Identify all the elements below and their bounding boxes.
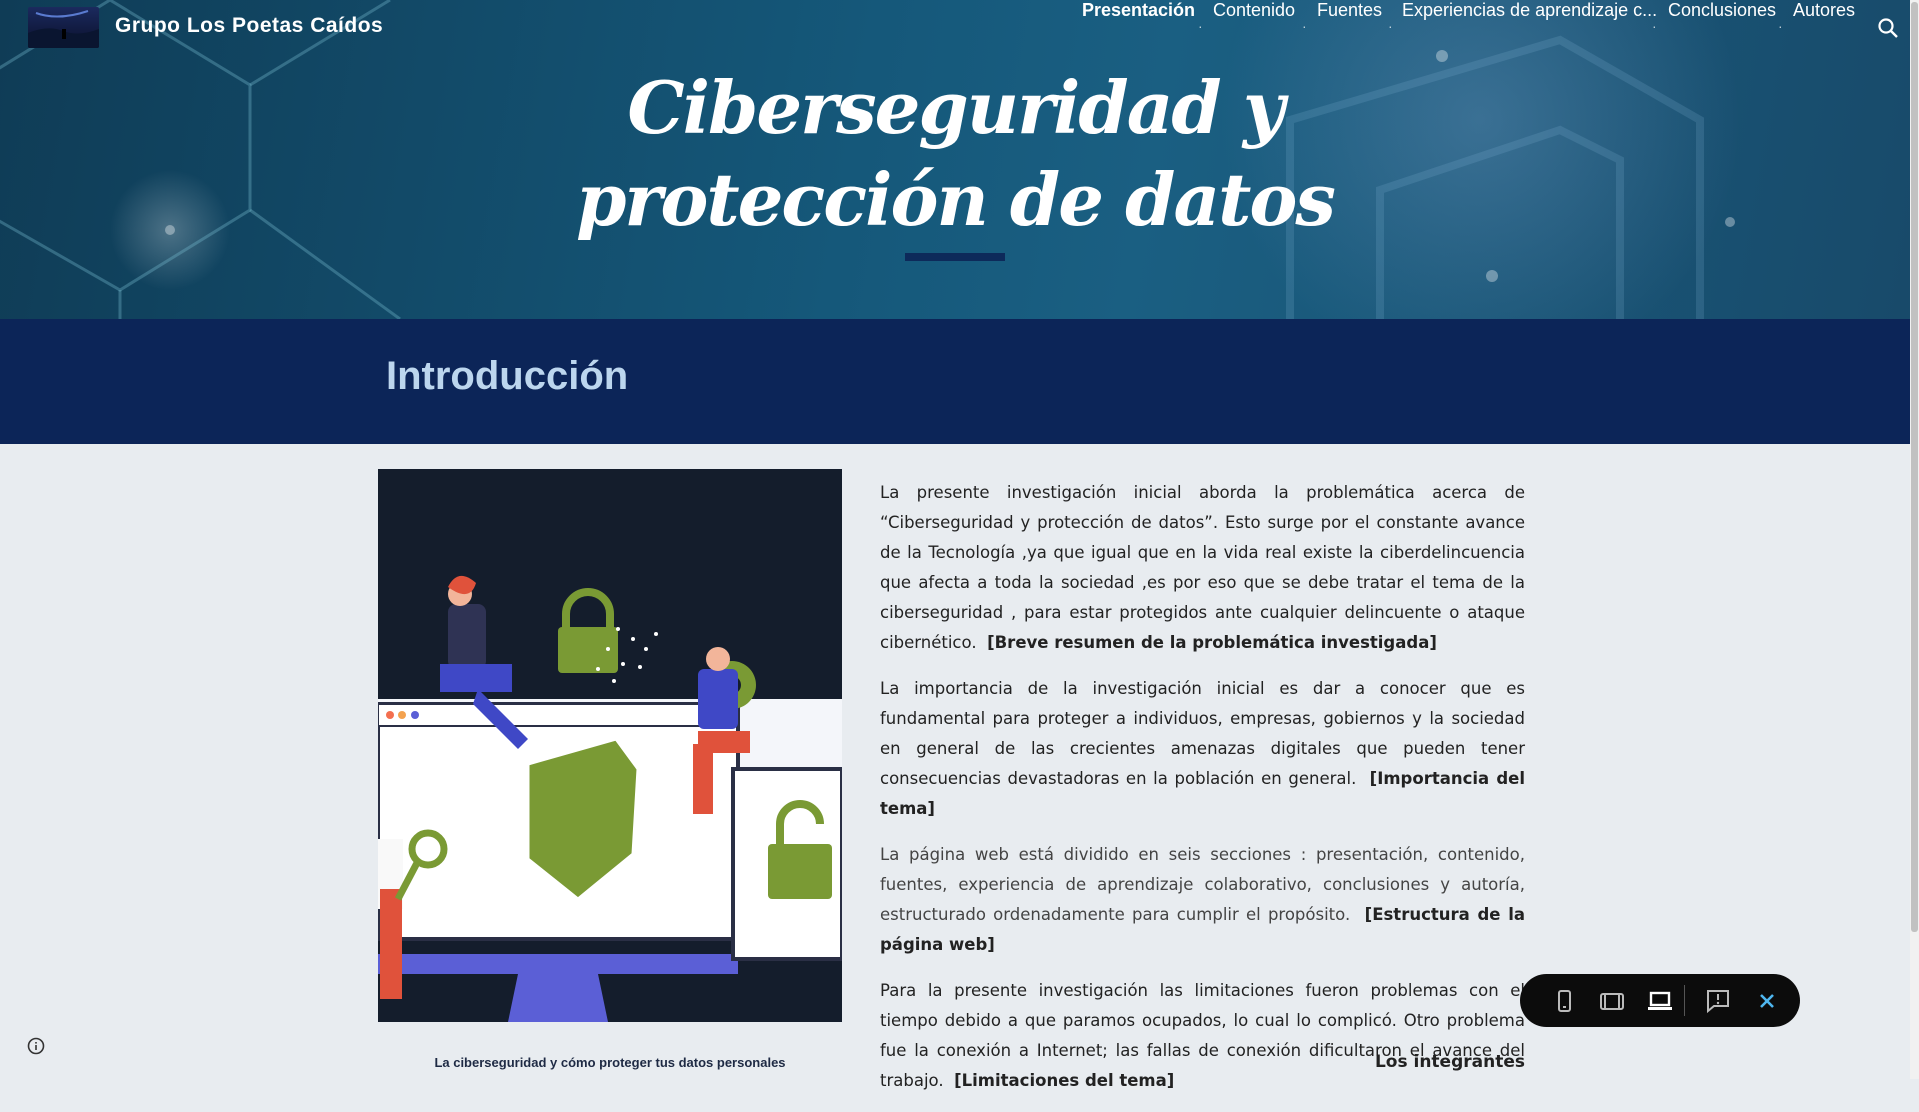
- info-icon[interactable]: [26, 1036, 46, 1056]
- paragraph-limitations: Para la presente investigación las limit…: [880, 976, 1525, 1096]
- nav-item-contenido[interactable]: Contenido: [1213, 0, 1295, 21]
- top-navigation-bar: Grupo Los Poetas Caídos Presentación · C…: [0, 0, 1910, 56]
- page-title-line-2: protección de datos: [576, 157, 1336, 242]
- nav-separator: ·: [1778, 18, 1783, 34]
- paragraph-importance: La importancia de la investigación inici…: [880, 674, 1525, 824]
- feedback-icon[interactable]: [1703, 986, 1733, 1016]
- hero-banner: Grupo Los Poetas Caídos Presentación · C…: [0, 0, 1910, 319]
- integrantes-heading: Los integrantes: [1374, 1052, 1525, 1072]
- nav-separator: ·: [1388, 18, 1393, 34]
- preview-toolbar: [1520, 974, 1800, 1027]
- title-underline: [905, 253, 1005, 261]
- paragraph-summary: La presente investigación inicial aborda…: [880, 478, 1525, 658]
- site-title[interactable]: Grupo Los Poetas Caídos: [115, 14, 383, 38]
- intro-content: La presente investigación inicial aborda…: [880, 478, 1525, 1112]
- nav-item-presentacion[interactable]: Presentación: [1082, 0, 1195, 21]
- illustration-graphic: [378, 575, 842, 1022]
- paragraph-structure: La página web está dividido en seis secc…: [880, 840, 1525, 960]
- paragraph-tag: [Limitaciones del tema]: [954, 1071, 1175, 1090]
- page-title-line-1: Ciberseguridad y: [627, 65, 1284, 150]
- cybersecurity-illustration: [378, 469, 842, 1022]
- site-logo-image: [28, 10, 99, 48]
- toolbar-separator: [1684, 985, 1685, 1016]
- introduction-band: [0, 319, 1910, 444]
- close-icon[interactable]: [1752, 986, 1782, 1016]
- laptop-view-icon[interactable]: [1645, 986, 1675, 1016]
- nav-item-fuentes[interactable]: Fuentes: [1317, 0, 1382, 21]
- nav-separator: ·: [1198, 18, 1203, 34]
- scrollbar-thumb[interactable]: [1911, 2, 1918, 932]
- site-logo[interactable]: [28, 7, 99, 48]
- paragraph-tag: [Breve resumen de la problemática invest…: [987, 633, 1437, 652]
- search-icon[interactable]: [1876, 16, 1900, 40]
- tablet-view-icon[interactable]: [1597, 986, 1627, 1016]
- phone-view-icon[interactable]: [1549, 986, 1579, 1016]
- nav-item-experiencias[interactable]: Experiencias de aprendizaje c...: [1402, 0, 1657, 21]
- nav-item-conclusiones[interactable]: Conclusiones: [1668, 0, 1776, 21]
- paragraph-text: La presente investigación inicial aborda…: [880, 483, 1525, 652]
- illustration-caption: La ciberseguridad y cómo proteger tus da…: [434, 1055, 786, 1070]
- nav-separator: ·: [1302, 18, 1307, 34]
- introduction-heading: Introducción: [386, 354, 629, 398]
- nav-item-autores[interactable]: Autores: [1793, 0, 1855, 21]
- page-title: Ciberseguridad y protección de datos: [560, 62, 1350, 246]
- nav-separator: ·: [1652, 18, 1657, 34]
